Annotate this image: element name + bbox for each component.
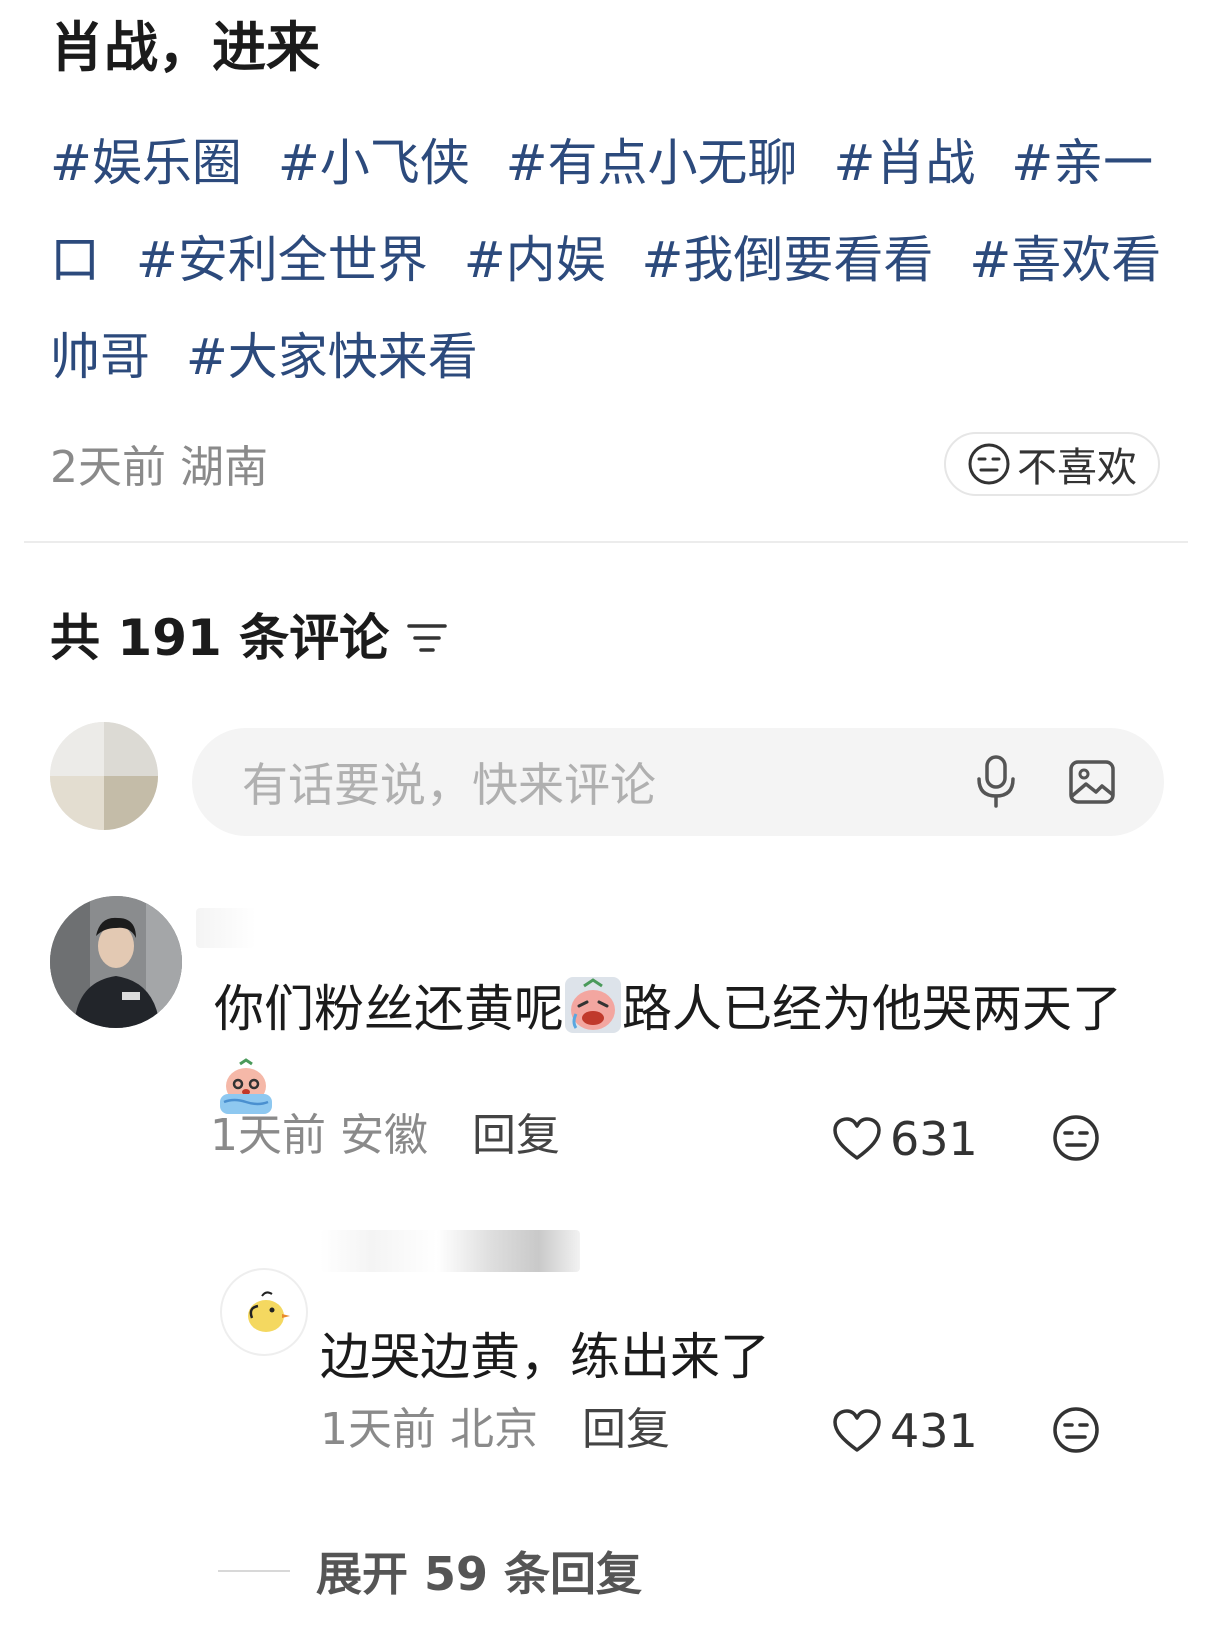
hashtag[interactable]: #大家快来看 <box>186 328 478 386</box>
expand-replies-label: 展开 59 条回复 <box>316 1547 643 1601</box>
reply-button[interactable]: 回复 <box>472 1110 560 1161</box>
hashtag[interactable]: #内娱 <box>464 231 606 289</box>
comments-header: 共 191 条评论 <box>50 606 449 670</box>
image-icon[interactable] <box>1068 758 1116 806</box>
reply-text: 边哭边黄，练出来了 <box>320 1328 770 1386</box>
meh-face-icon[interactable] <box>1052 1406 1100 1454</box>
post-meta: 2天前 湖南 <box>50 440 268 496</box>
replier-avatar[interactable] <box>220 1268 308 1356</box>
hashtag[interactable]: #肖战 <box>833 134 975 192</box>
reply-button[interactable]: 回复 <box>582 1404 670 1455</box>
sort-icon[interactable] <box>405 618 449 658</box>
commenter-name[interactable] <box>196 908 256 948</box>
dislike-button[interactable]: 不喜欢 <box>944 432 1160 496</box>
hashtag[interactable]: #安利全世界 <box>136 231 428 289</box>
comment-text-part2: 路人已经为他哭两天了 <box>622 980 1122 1038</box>
comment-time: 1天前 <box>210 1110 326 1161</box>
like-button[interactable]: 631 <box>832 1112 978 1166</box>
hashtag[interactable]: #娱乐圈 <box>50 134 242 192</box>
like-button[interactable]: 431 <box>832 1404 978 1458</box>
like-count: 631 <box>890 1112 978 1166</box>
like-count: 431 <box>890 1404 978 1458</box>
replier-name[interactable] <box>320 1230 580 1272</box>
commenter-avatar[interactable] <box>50 896 182 1028</box>
expand-divider-line <box>218 1570 290 1572</box>
comment-meta: 1天前 安徽 回复 <box>210 1108 560 1164</box>
post-time: 2天前 <box>50 442 166 493</box>
expand-replies-button[interactable]: 展开 59 条回复 <box>218 1538 642 1604</box>
comment-input[interactable]: 有话要说，快来评论 <box>192 728 1164 836</box>
reply-meta: 1天前 北京 回复 <box>320 1402 670 1458</box>
reply-location: 北京 <box>450 1404 538 1455</box>
microphone-icon[interactable] <box>972 754 1020 810</box>
comment-location: 安徽 <box>340 1110 428 1161</box>
hashtag[interactable]: #我倒要看看 <box>642 231 934 289</box>
post-title: 肖战，进来 <box>50 16 320 79</box>
hashtag[interactable]: #小飞侠 <box>278 134 470 192</box>
post-location: 湖南 <box>180 442 268 493</box>
commenter-photo <box>50 896 182 1028</box>
crying-face-emoji <box>565 977 621 1033</box>
current-user-avatar <box>50 722 158 830</box>
reply-time: 1天前 <box>320 1404 436 1455</box>
heart-icon <box>833 1409 881 1452</box>
comment-count: 共 191 条评论 <box>50 609 390 667</box>
heart-icon <box>833 1117 881 1160</box>
comment-input-placeholder: 有话要说，快来评论 <box>242 758 656 812</box>
meh-face-icon <box>968 443 1010 485</box>
dislike-label: 不喜欢 <box>1017 445 1137 491</box>
divider <box>24 541 1188 543</box>
hashtag[interactable]: #有点小无聊 <box>506 134 798 192</box>
chick-avatar-icon <box>248 1291 290 1332</box>
comment-text-part1: 你们粉丝还黄呢 <box>214 980 564 1038</box>
hashtag-list: #娱乐圈 #小飞侠 #有点小无聊 #肖战 #亲一口 #安利全世界 #内娱 #我倒… <box>50 115 1170 406</box>
meh-face-icon[interactable] <box>1052 1114 1100 1162</box>
